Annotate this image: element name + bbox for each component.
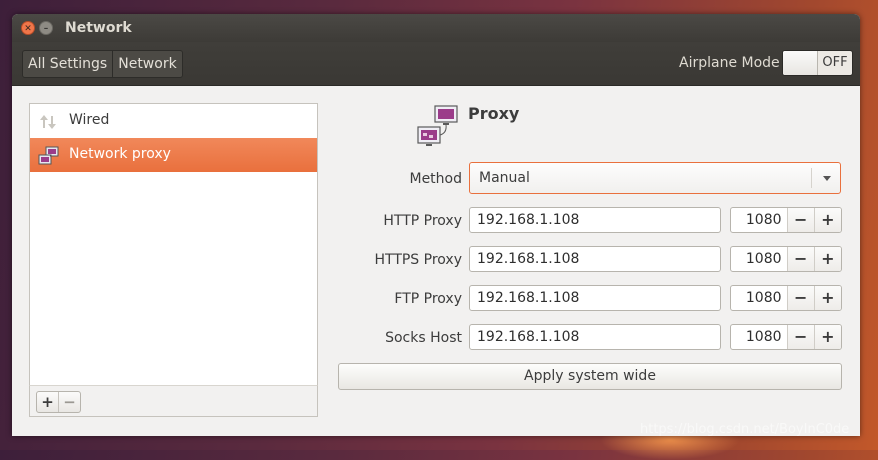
- network-wired-icon: [38, 112, 58, 132]
- ftp-proxy-port-input[interactable]: 1080: [731, 286, 787, 310]
- https-proxy-port-input[interactable]: 1080: [731, 247, 787, 271]
- method-label: Method: [409, 171, 462, 187]
- https-proxy-host-input[interactable]: 192.168.1.108: [469, 246, 721, 272]
- list-item-label: Wired: [69, 112, 110, 128]
- breadcrumb-network[interactable]: Network: [112, 51, 181, 77]
- remove-connection-button[interactable]: −: [58, 392, 80, 412]
- list-toolbar: + −: [29, 385, 318, 417]
- network-proxy-large-icon: [415, 103, 463, 151]
- http-port-decrement-button[interactable]: −: [786, 208, 814, 232]
- toggle-state: OFF: [822, 55, 848, 70]
- http-proxy-port-stepper: 1080 − +: [730, 207, 842, 233]
- list-item-network-proxy[interactable]: Network proxy: [30, 138, 317, 172]
- https-proxy-label: HTTPS Proxy: [374, 252, 462, 268]
- ftp-proxy-label: FTP Proxy: [394, 291, 462, 307]
- https-proxy-port-stepper: 1080 − +: [730, 246, 842, 272]
- ftp-proxy-port-stepper: 1080 − +: [730, 285, 842, 311]
- socks-port-stepper: 1080 − +: [730, 324, 842, 350]
- connection-list: Wired Network proxy: [29, 103, 318, 416]
- socks-port-increment-button[interactable]: +: [813, 325, 841, 349]
- method-dropdown[interactable]: Manual: [469, 162, 841, 194]
- network-proxy-icon: [38, 146, 59, 166]
- ftp-proxy-host-input[interactable]: 192.168.1.108: [469, 285, 721, 311]
- http-proxy-port-input[interactable]: 1080: [731, 208, 787, 232]
- toolbar: All Settings Network Airplane Mode OFF: [12, 42, 860, 86]
- socks-host-label: Socks Host: [385, 330, 462, 346]
- http-proxy-host-input[interactable]: 192.168.1.108: [469, 207, 721, 233]
- https-port-decrement-button[interactable]: −: [786, 247, 814, 271]
- window-title: Network: [65, 20, 132, 36]
- add-remove-group: + −: [36, 391, 81, 413]
- chevron-down-icon: [823, 176, 831, 181]
- list-item-wired[interactable]: Wired: [30, 104, 317, 138]
- https-port-increment-button[interactable]: +: [813, 247, 841, 271]
- method-value: Manual: [479, 170, 530, 186]
- watermark: https://blog.csdn.net/BoyInC0de: [640, 422, 850, 437]
- proxy-heading: Proxy: [468, 104, 520, 123]
- airplane-mode-toggle[interactable]: OFF: [782, 50, 853, 76]
- ftp-port-decrement-button[interactable]: −: [786, 286, 814, 310]
- toggle-knob[interactable]: [783, 51, 818, 75]
- socks-port-input[interactable]: 1080: [731, 325, 787, 349]
- breadcrumb-all-settings[interactable]: All Settings: [23, 51, 112, 77]
- socks-host-input[interactable]: 192.168.1.108: [469, 324, 721, 350]
- socks-port-decrement-button[interactable]: −: [786, 325, 814, 349]
- apply-system-wide-button[interactable]: Apply system wide: [338, 363, 842, 390]
- http-proxy-label: HTTP Proxy: [383, 213, 462, 229]
- ftp-port-increment-button[interactable]: +: [813, 286, 841, 310]
- breadcrumb: All Settings Network: [22, 50, 183, 78]
- http-port-increment-button[interactable]: +: [813, 208, 841, 232]
- list-item-label: Network proxy: [69, 146, 171, 162]
- network-settings-window: ✕ – Network All Settings Network Airplan…: [12, 14, 860, 436]
- minimize-window-icon[interactable]: –: [39, 21, 53, 35]
- airplane-mode-label: Airplane Mode: [679, 55, 780, 71]
- dropdown-separator: [811, 168, 812, 188]
- add-connection-button[interactable]: +: [37, 392, 58, 412]
- titlebar: ✕ – Network: [12, 14, 860, 42]
- close-window-icon[interactable]: ✕: [21, 21, 35, 35]
